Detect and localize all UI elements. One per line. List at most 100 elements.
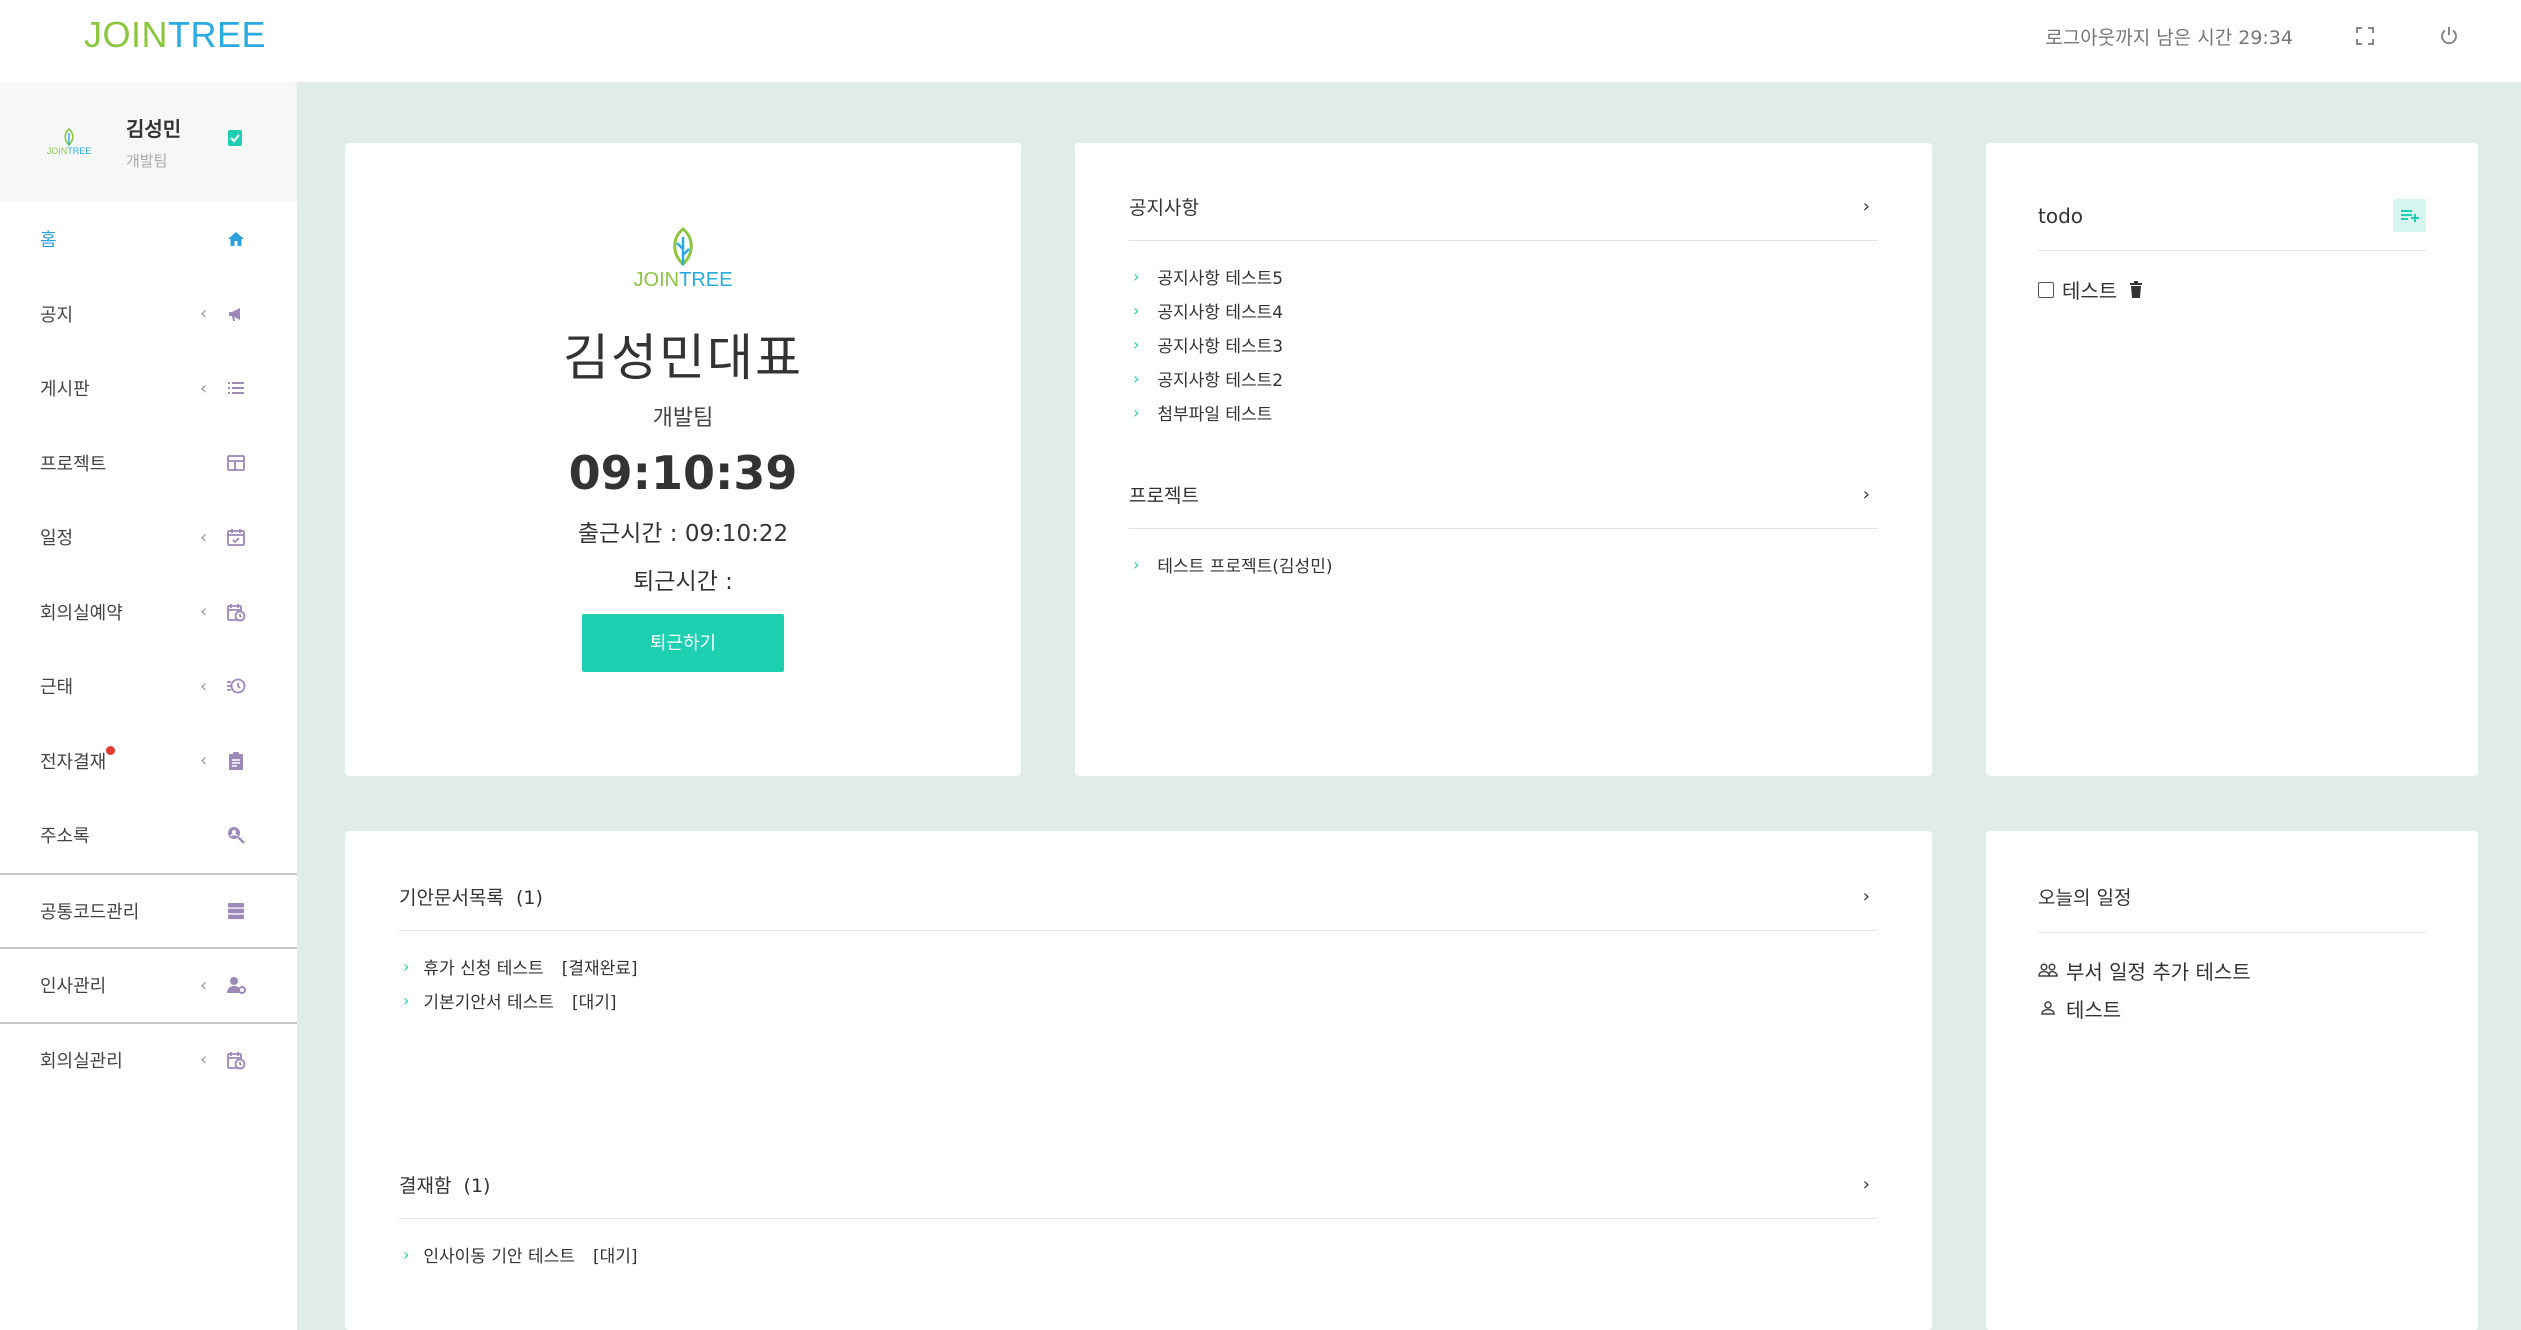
notice-item-title: 공지사항 테스트5 xyxy=(1157,268,1284,289)
history-icon xyxy=(224,674,248,698)
sidebar-item-common-code[interactable]: 공통코드관리 xyxy=(0,872,297,948)
chevron-left-icon: ‹ xyxy=(200,750,208,772)
sidebar-item-notice[interactable]: 공지 ‹ xyxy=(0,277,297,352)
table-icon xyxy=(224,451,248,475)
project-header: 프로젝트 › xyxy=(1129,481,1878,529)
calendar-clock-icon xyxy=(224,1048,248,1072)
list-item[interactable]: › 휴가 신청 테스트 [결재완료] xyxy=(399,949,1878,983)
notice-list: › 공지사항 테스트5 › 공지사항 테스트4 › 공지사항 테스트3 › 공지사항 테… xyxy=(1129,259,1878,429)
calendar-check-icon xyxy=(224,525,248,549)
chevron-right-icon[interactable]: › xyxy=(1863,484,1870,505)
schedule-item-label: 테스트 xyxy=(2066,997,2122,1022)
sidebar-menu: 홈 공지 ‹ 게시판 ‹ 프로젝트 일정 ‹ 회의실예약 ‹ 근태 ‹ 전자결재… xyxy=(0,202,297,1096)
sidebar-item-label: 프로젝트 xyxy=(40,453,107,475)
megaphone-icon xyxy=(224,302,248,326)
leaf-icon xyxy=(64,128,74,146)
draft-list: › 휴가 신청 테스트 [결재완료] › 기본기안서 테스트 [대기] xyxy=(399,949,1878,1017)
sidebar-item-board[interactable]: 게시판 ‹ xyxy=(0,351,297,426)
draft-section: 기안문서목록 (1) › › 휴가 신청 테스트 [결재완료] › 기본기안서 테스트… xyxy=(399,883,1878,1017)
notice-item-title: 공지사항 테스트3 xyxy=(1157,336,1284,357)
project-section: 프로젝트 › › 테스트 프로젝트(김성민) xyxy=(1129,481,1878,581)
brand-logo[interactable]: JOINTREE xyxy=(84,14,266,56)
list-item[interactable]: › 공지사항 테스트4 xyxy=(1129,293,1878,327)
chevron-left-icon: ‹ xyxy=(200,1049,208,1071)
mini-logo-join: JOIN xyxy=(46,146,68,156)
sidebar-item-project[interactable]: 프로젝트 xyxy=(0,426,297,501)
approval-item-title: 인사이동 기안 테스트 xyxy=(423,1246,575,1267)
chevron-right-icon[interactable]: › xyxy=(1863,886,1870,907)
list-item[interactable]: › 인사이동 기안 테스트 [대기] xyxy=(399,1237,1878,1271)
todo-section: todo 테스트 xyxy=(2038,199,2426,304)
notice-card: 공지사항 › › 공지사항 테스트5 › 공지사항 테스트4 › 공지사항 테스트3 … xyxy=(1075,143,1932,776)
add-todo-button[interactable] xyxy=(2393,199,2426,232)
project-item-title: 테스트 프로젝트(김성민) xyxy=(1157,556,1333,577)
todo-item-label: 테스트 xyxy=(2062,279,2118,303)
trash-icon[interactable] xyxy=(2129,281,2143,298)
sidebar-item-label: 공지 xyxy=(40,304,74,326)
approval-header: 결재함 (1) › xyxy=(399,1171,1878,1219)
todo-checkbox[interactable] xyxy=(2038,281,2054,298)
brand-join-text: JOIN xyxy=(84,14,169,55)
chevron-right-icon: › xyxy=(403,956,410,976)
list-item[interactable]: › 공지사항 테스트5 xyxy=(1129,259,1878,293)
notification-dot xyxy=(106,746,116,756)
sidebar-item-meeting-room-admin[interactable]: 회의실관리 ‹ xyxy=(0,1021,297,1097)
status-badge: [대기] xyxy=(592,1246,638,1267)
sidebar-item-e-approval[interactable]: 전자결재 ‹ xyxy=(0,724,297,799)
sidebar-item-label: 회의실관리 xyxy=(40,1050,123,1072)
calendar-clock-icon xyxy=(224,600,248,624)
today-list: 부서 일정 추가 테스트 테스트 xyxy=(2038,951,2426,1027)
profile-badge-icon[interactable] xyxy=(225,128,247,150)
person-icon xyxy=(2038,1001,2058,1015)
chevron-right-icon: › xyxy=(403,1244,410,1264)
sidebar-item-hr[interactable]: 인사관리 ‹ xyxy=(0,947,297,1022)
check-in-time: 출근시간 : 09:10:22 xyxy=(577,521,789,547)
server-icon xyxy=(224,899,248,923)
user-dept: 개발팀 xyxy=(652,406,714,431)
documents-card: 기안문서목록 (1) › › 휴가 신청 테스트 [결재완료] › 기본기안서 테스트… xyxy=(345,831,1932,1330)
sidebar-item-schedule[interactable]: 일정 ‹ xyxy=(0,500,297,575)
list-item[interactable]: › 공지사항 테스트2 xyxy=(1129,361,1878,395)
sidebar-item-attendance[interactable]: 근태 ‹ xyxy=(0,649,297,724)
list-item[interactable]: 테스트 xyxy=(2038,989,2426,1027)
sidebar-item-label: 전자결재 xyxy=(40,751,107,773)
sidebar-item-address-book[interactable]: 주소록 xyxy=(0,798,297,873)
chevron-right-icon[interactable]: › xyxy=(1863,196,1870,217)
chevron-left-icon: ‹ xyxy=(200,377,208,399)
notice-section: 공지사항 › › 공지사항 테스트5 › 공지사항 테스트4 › 공지사항 테스트3 … xyxy=(1129,193,1878,429)
sidebar-item-label: 근태 xyxy=(40,677,74,699)
todo-item: 테스트 xyxy=(2038,275,2426,304)
chevron-right-icon: › xyxy=(1133,554,1140,574)
search-person-icon xyxy=(224,823,248,847)
sidebar-item-label: 회의실예약 xyxy=(40,602,123,624)
todo-header: todo xyxy=(2038,199,2426,251)
chevron-right-icon: › xyxy=(1133,334,1140,354)
home-icon xyxy=(224,227,248,251)
profile-name: 김성민 xyxy=(126,117,182,141)
notice-item-title: 공지사항 테스트4 xyxy=(1157,302,1284,323)
list-item[interactable]: 부서 일정 추가 테스트 xyxy=(2038,951,2426,989)
sidebar-item-meeting-reservation[interactable]: 회의실예약 ‹ xyxy=(0,575,297,650)
approval-count: (1) xyxy=(463,1175,491,1197)
leaf-icon xyxy=(673,227,693,267)
chevron-right-icon: › xyxy=(1133,402,1140,422)
header-actions: 로그아웃까지 남은 시간 29:34 xyxy=(2045,20,2461,52)
list-item[interactable]: › 첨부파일 테스트 xyxy=(1129,395,1878,429)
list-item[interactable]: › 기본기안서 테스트 [대기] xyxy=(399,983,1878,1017)
power-icon[interactable] xyxy=(2437,24,2461,48)
list-icon xyxy=(224,376,248,400)
jointree-logo: JOINTREE xyxy=(345,227,1021,292)
logo-join-text: JOIN xyxy=(633,269,680,291)
list-item[interactable]: › 테스트 프로젝트(김성민) xyxy=(1129,547,1878,581)
list-item[interactable]: › 공지사항 테스트3 xyxy=(1129,327,1878,361)
sidebar-item-home[interactable]: 홈 xyxy=(0,202,297,277)
today-section: 오늘의 일정 부서 일정 추가 테스트 테스트 xyxy=(2038,883,2426,1027)
chevron-right-icon[interactable]: › xyxy=(1863,1174,1870,1195)
draft-header: 기안문서목록 (1) › xyxy=(399,883,1878,931)
fullscreen-icon[interactable] xyxy=(2353,24,2377,48)
check-out-button[interactable]: 퇴근하기 xyxy=(582,614,784,672)
chevron-right-icon: › xyxy=(1133,368,1140,388)
todo-card: todo 테스트 xyxy=(1986,143,2478,776)
schedule-item-label: 부서 일정 추가 테스트 xyxy=(2066,959,2251,984)
logout-timer: 로그아웃까지 남은 시간 29:34 xyxy=(2045,26,2293,49)
